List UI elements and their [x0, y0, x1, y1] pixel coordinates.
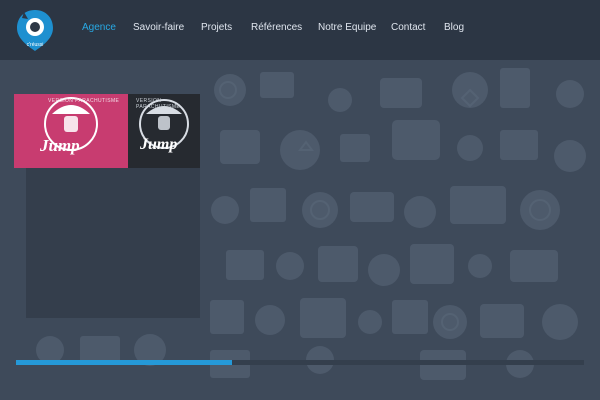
black-tshirt-image: VERSION PARACHUTISME Jump — [128, 94, 200, 168]
nav-item-notre-equipe[interactable]: Notre Equipe — [318, 22, 376, 33]
nav-item-agence[interactable]: Agence — [82, 22, 116, 33]
logo-text: c'réussi — [27, 42, 44, 48]
nav-item-references[interactable]: Références — [251, 22, 302, 33]
logo-pin-icon: c'réussi — [17, 10, 53, 51]
pink-tshirt-image: VERSION PARACHUTISME Jump — [14, 94, 128, 168]
parachutist-icon — [44, 97, 98, 151]
nav-item-blog[interactable]: Blog — [444, 22, 464, 33]
pink-shirt-word: Jump — [40, 136, 80, 155]
slider-progress-fill — [16, 360, 232, 365]
brand-logo[interactable]: c'réussi — [14, 8, 56, 52]
pink-shirt-text: VERSION PARACHUTISME — [48, 98, 120, 104]
nav-item-savoir-faire[interactable]: Savoir-faire — [133, 22, 184, 33]
content-overlay-panel — [26, 168, 200, 318]
black-shirt-text: VERSION PARACHUTISME — [136, 98, 181, 110]
featured-project-image[interactable]: VERSION PARACHUTISME Jump VERSION PARACH… — [14, 94, 200, 168]
nav-item-projets[interactable]: Projets — [201, 22, 232, 33]
black-shirt-word: Jump — [140, 136, 178, 153]
nav-item-contact[interactable]: Contact — [391, 22, 425, 33]
top-navigation-bar: c'réussi Agence Savoir-faire Projets Réf… — [0, 0, 600, 60]
slider-progress-bar[interactable] — [16, 360, 584, 365]
